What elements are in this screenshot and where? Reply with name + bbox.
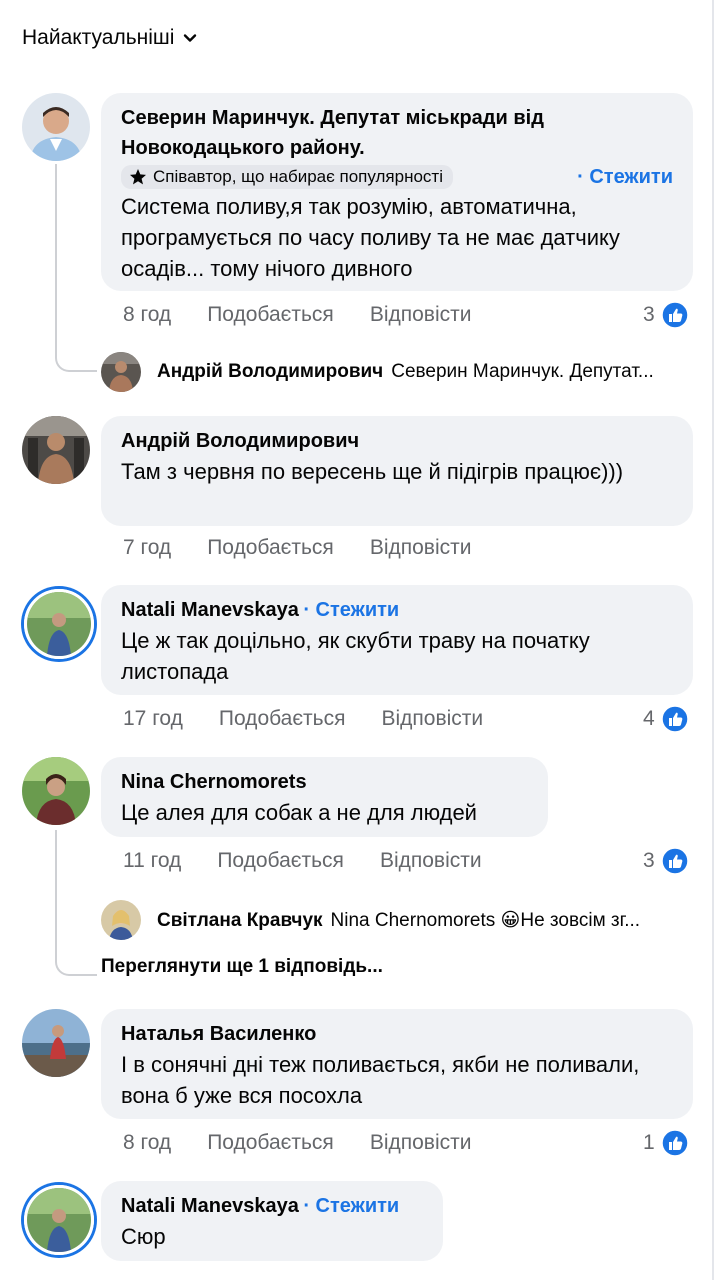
reply-button[interactable]: Відповісти [382,707,484,731]
comment-bubble: Natali Manevskaya · Стежити Це ж так доц… [101,585,693,695]
reply-thread-line [55,830,97,976]
follow-button[interactable]: · Стежити [303,599,399,621]
reply-button[interactable]: Відповісти [370,536,472,560]
reply-author: Андрій Володимирович [157,361,384,382]
follow-button[interactable]: · Стежити [303,1195,399,1217]
reply-author: Світлана Кравчук [157,909,323,931]
comment-actions: 11 год Подобається Відповісти [123,849,518,873]
like-button[interactable]: Подобається [207,1131,334,1155]
comment-time[interactable]: 7 год [123,536,171,560]
comment-time[interactable]: 17 год [123,707,183,731]
reaction-count[interactable]: 1 [643,1129,689,1157]
avatar[interactable] [22,757,90,825]
comment-author[interactable]: Natali Manevskaya [121,599,299,621]
like-reaction-icon [660,1129,689,1157]
avatar[interactable] [101,900,141,940]
like-button[interactable]: Подобається [207,536,334,560]
comment-bubble: Nina Chernomorets Це алея для собак а не… [101,757,548,837]
comment-text: Там з червня по вересень ще й підігрів п… [121,459,624,484]
reaction-count[interactable]: 3 [643,847,689,875]
reply-snippet: Nina Chernomorets 😀Не зовсім зг... [330,910,641,931]
comment-bubble: Наталья Василенко І в сонячні дні теж по… [101,1009,693,1119]
avatar[interactable] [22,93,90,161]
comment-text: І в сонячні дні теж поливається, якби не… [121,1052,640,1108]
comment-bubble: Северин Маринчук. Депутат міськради від … [101,93,693,291]
reply-button[interactable]: Відповісти [380,849,482,873]
reply-button[interactable]: Відповісти [370,303,472,327]
like-reaction-icon [660,301,689,329]
comment-author[interactable]: Андрій Володимирович [121,426,673,456]
comment-text: Це ж так доцільно, як скубти траву на по… [121,628,590,684]
reply-snippet: Северин Маринчук. Депутат... [391,361,654,382]
like-button[interactable]: Подобається [217,849,344,873]
rising-contributor-badge: Співавтор, що набирає популярності [121,165,453,189]
avatar[interactable] [24,589,94,659]
comment-text: Система поливу,я так розумію, автоматичн… [121,194,620,281]
reaction-count[interactable]: 4 [643,705,689,733]
sort-dropdown[interactable]: Найактуальніші [22,26,198,50]
view-more-replies-link[interactable]: Переглянути ще 1 відповідь... [101,956,383,978]
like-reaction-icon [660,705,689,733]
comment-author[interactable]: Natali Manevskaya [121,1195,299,1217]
comment-author[interactable]: Наталья Василенко [121,1019,673,1049]
comment-bubble: Андрій Володимирович Там з червня по вер… [101,416,693,526]
avatar[interactable] [101,352,141,392]
comment-author[interactable]: Nina Chernomorets [121,767,528,797]
reply-thread-line [55,164,97,372]
avatar[interactable] [22,416,90,484]
comment-actions: 7 год Подобається Відповісти [123,536,507,560]
like-button[interactable]: Подобається [219,707,346,731]
comment-time[interactable]: 11 год [123,849,181,873]
reaction-count[interactable]: 3 [643,301,689,329]
comment-time[interactable]: 8 год [123,303,171,327]
like-button[interactable]: Подобається [207,303,334,327]
comment-time[interactable]: 8 год [123,1131,171,1155]
reply-preview[interactable]: Андрій Володимирович Северин Маринчук. Д… [157,361,693,383]
avatar[interactable] [22,1009,90,1077]
comment-actions: 8 год Подобається Відповісти [123,303,507,327]
comment-text: Це алея для собак а не для людей [121,800,477,825]
reply-preview[interactable]: Світлана Кравчук Nina Chernomorets 😀Не з… [157,909,693,932]
like-reaction-icon [660,847,689,875]
star-icon [130,169,146,185]
comment-actions: 17 год Подобається Відповісти [123,707,519,731]
comment-text: Сюр [121,1224,166,1249]
follow-button[interactable]: · Стежити [577,166,673,189]
avatar[interactable] [24,1185,94,1255]
chevron-down-icon [184,34,197,42]
comment-actions: 8 год Подобається Відповісти [123,1131,507,1155]
sort-label: Найактуальніші [22,26,175,49]
comment-author[interactable]: Северин Маринчук. Депутат міськради від … [121,103,641,163]
reply-button[interactable]: Відповісти [370,1131,472,1155]
comment-bubble: Natali Manevskaya · Стежити Сюр [101,1181,443,1261]
